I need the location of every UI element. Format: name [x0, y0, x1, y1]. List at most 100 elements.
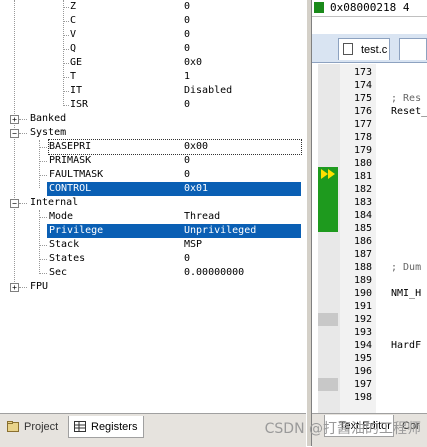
address-value: 0x08000218 [330, 1, 397, 14]
tree-group-banked[interactable]: + Banked [0, 112, 306, 126]
current-address: 0x08000218 4 [330, 1, 409, 14]
register-row[interactable]: C0 [0, 14, 306, 28]
register-name: Q [70, 43, 77, 54]
register-row[interactable]: ISR 0 [0, 98, 306, 112]
register-name: Z [70, 1, 77, 12]
register-value: 0 [184, 43, 191, 54]
address-extra: 4 [402, 1, 410, 14]
line-number: 185 [353, 223, 372, 234]
register-value: 0 [184, 155, 191, 166]
line-number: 176 [353, 106, 372, 117]
code-line: ; Res [391, 93, 422, 104]
register-value: 0.00000000 [184, 267, 245, 278]
project-icon [7, 421, 19, 432]
coverage-grey-block [318, 378, 338, 391]
register-value: 0x0 [184, 57, 203, 68]
breakpoint-margin[interactable] [318, 64, 340, 417]
code-line: Reset_ [391, 106, 427, 117]
register-row[interactable]: Stack MSP [0, 238, 306, 252]
line-number: 190 [353, 288, 372, 299]
register-value: 0 [184, 15, 191, 26]
register-name: CONTROL [49, 183, 92, 194]
collapse-minus-icon[interactable]: − [10, 129, 19, 138]
register-name: GE [70, 57, 83, 68]
register-row[interactable]: PRIMASK 0 [0, 154, 306, 168]
line-number: 194 [353, 340, 372, 351]
line-number: 174 [353, 80, 372, 91]
register-name: BASEPRI [48, 139, 302, 155]
expand-plus-icon[interactable]: + [10, 283, 19, 292]
line-number: 195 [353, 353, 372, 364]
register-row-selected[interactable]: Privilege Unprivileged [47, 224, 301, 238]
tab-project[interactable]: Project [2, 416, 66, 438]
register-name: FAULTMASK [49, 169, 104, 180]
line-number: 197 [353, 379, 372, 390]
line-number: 180 [353, 158, 372, 169]
register-value: 0 [184, 169, 191, 180]
line-number: 189 [353, 275, 372, 286]
line-number: 186 [353, 236, 372, 247]
register-row[interactable]: FAULTMASK 0 [0, 168, 306, 182]
register-row[interactable]: Sec 0.00000000 [0, 266, 306, 280]
code-line: HardF [391, 340, 422, 351]
code-line: ; Dum [391, 262, 422, 273]
execution-pointer-icon [321, 169, 328, 179]
line-number: 179 [353, 145, 372, 156]
tab-label: Project [24, 421, 59, 433]
register-value: Disabled [184, 85, 233, 96]
line-number: 175 [353, 93, 372, 104]
register-name: IT [70, 85, 83, 96]
line-number: 177 [353, 119, 372, 130]
register-name: Sec [49, 267, 68, 278]
register-value: 0x00 [184, 141, 209, 152]
tab-registers[interactable]: Registers [68, 416, 144, 438]
register-row-selected[interactable]: CONTROL 0x01 [47, 182, 301, 196]
register-name: Mode [49, 211, 74, 222]
register-row[interactable]: BASEPRI 0x00 [0, 139, 306, 155]
register-value: MSP [184, 239, 203, 250]
expand-plus-icon[interactable]: + [10, 115, 19, 124]
register-row[interactable]: GE 0x0 [0, 56, 306, 70]
register-row[interactable]: Q0 [0, 42, 306, 56]
group-label: Internal [30, 197, 79, 208]
register-name: C [70, 15, 77, 26]
file-icon [343, 43, 353, 55]
group-label: Banked [30, 113, 67, 124]
watermark: CSDN @打酱油的工程师 [264, 421, 421, 437]
registers-icon [74, 421, 86, 432]
line-number: 192 [353, 314, 372, 325]
tree-group-internal[interactable]: − Internal [0, 196, 306, 210]
line-number: 173 [353, 67, 372, 78]
line-number: 187 [353, 249, 372, 260]
register-value: 0 [184, 99, 191, 110]
register-name: States [49, 253, 86, 264]
collapse-minus-icon[interactable]: − [10, 199, 19, 208]
register-row[interactable]: Z0 [0, 0, 306, 14]
line-number: 183 [353, 197, 372, 208]
register-value: Thread [184, 211, 221, 222]
line-number: 191 [353, 301, 372, 312]
tab-next-file[interactable] [399, 38, 427, 60]
register-row[interactable]: V0 [0, 28, 306, 42]
register-row[interactable]: States 0 [0, 252, 306, 266]
tree-group-system[interactable]: − System [0, 126, 306, 140]
code-line: NMI_H [391, 288, 422, 299]
register-row[interactable]: Mode Thread [0, 210, 306, 224]
tab-test-c[interactable]: test.c [338, 38, 390, 60]
register-row[interactable]: IT Disabled [0, 84, 306, 98]
register-value: 1 [184, 71, 191, 82]
current-line-arrow-icon [328, 169, 335, 179]
register-value: 0 [184, 29, 191, 40]
group-label: FPU [30, 281, 49, 292]
register-name: V [70, 29, 77, 40]
line-number: 198 [353, 392, 372, 403]
register-name: Stack [49, 239, 80, 250]
line-number: 181 [353, 171, 372, 182]
tree-group-fpu[interactable]: + FPU [0, 280, 306, 294]
register-row[interactable]: T1 [0, 70, 306, 84]
registers-pane: Z0 C0 V0 Q0 GE 0x0 T1 IT Disabled ISR 0 + B… [0, 0, 306, 413]
line-number: 184 [353, 210, 372, 221]
group-label: System [30, 127, 67, 138]
current-address-marker-icon [314, 2, 324, 13]
register-value: 0 [184, 1, 191, 12]
